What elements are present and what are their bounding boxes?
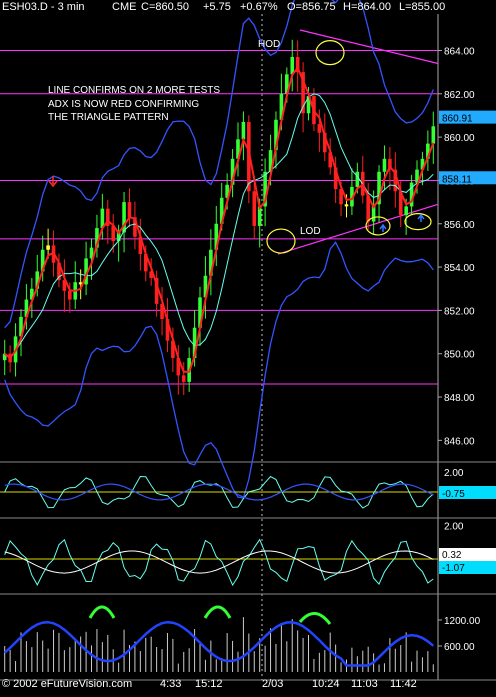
- annotation-circle: [404, 212, 432, 231]
- volume-tick-label: 1200.00: [444, 616, 481, 627]
- close-value: C=860.50: [141, 1, 190, 13]
- price-tick-label: 852.00: [444, 306, 475, 317]
- adx-rising-segment: [298, 612, 332, 625]
- price-box-label: 858.11: [442, 174, 472, 185]
- up-arrow-icon: [417, 213, 425, 222]
- exchange-label: CME: [112, 1, 137, 13]
- price-tick-label: 850.00: [444, 350, 475, 361]
- time-label-4: 10:24: [312, 678, 340, 690]
- adx-rising-segment: [88, 605, 116, 619]
- osc2-value-label: -1.07: [442, 563, 465, 574]
- price-bar-body: [181, 375, 186, 382]
- copyright-label: © 2002 eFutureVision.com: [2, 678, 133, 690]
- price-bar-body: [404, 206, 408, 216]
- osc2-tick-label: 2.00: [444, 521, 464, 532]
- price-tick-label: 854.00: [444, 263, 475, 274]
- osc1-tick-label: 2.00: [444, 468, 464, 479]
- osc2-value-label: 0.32: [442, 550, 462, 561]
- change-value: +5.75: [203, 1, 231, 13]
- low-value: L=855.00: [399, 1, 446, 13]
- bollinger-upper: [4, 0, 434, 329]
- price-box-label: 860.91: [442, 114, 473, 125]
- price-bar-body: [344, 204, 349, 207]
- lod-label: LOD: [300, 226, 321, 237]
- bollinger-lower: [4, 241, 434, 499]
- time-label-6: 11:42: [390, 678, 417, 690]
- price-tick-label: 846.00: [444, 436, 475, 447]
- high-value: H=864.00: [343, 1, 392, 13]
- price-bar-body: [46, 245, 50, 250]
- price-bar-body: [68, 290, 72, 300]
- time-label-5: 11:03: [351, 678, 378, 690]
- price-bar-body: [241, 121, 246, 140]
- change-pct-value: +0.67%: [240, 1, 278, 13]
- annotation-circle: [315, 40, 345, 66]
- annotation-line-3: THE TRIANGLE PATTERN: [48, 112, 169, 123]
- hod-label: HOD: [258, 39, 281, 50]
- price-bar-body: [252, 191, 257, 226]
- price-bar-body: [431, 126, 436, 144]
- annotation-circle: [266, 228, 296, 254]
- price-tick-label: 864.00: [444, 46, 475, 57]
- chart-window: 864.00862.00860.00858.00856.00854.00852.…: [0, 0, 496, 692]
- adx-rising-segment: [203, 605, 232, 619]
- price-tick-label: 862.00: [444, 90, 475, 101]
- up-arrow-icon: [379, 223, 387, 232]
- price-bar-body: [382, 158, 387, 172]
- price-tick-label: 860.00: [444, 133, 475, 144]
- price-tick-label: 848.00: [444, 393, 475, 404]
- osc1-value-label: -0.75: [442, 489, 465, 500]
- upper-trendline: [299, 29, 439, 65]
- time-label-1: 4:33: [160, 678, 182, 690]
- annotation-line-1: LINE CONFIRMS ON 2 MORE TESTS: [48, 85, 221, 96]
- open-value: O=856.75: [287, 1, 336, 13]
- symbol-label: ESH03.D - 3 min: [2, 1, 85, 13]
- price-tick-label: 856.00: [444, 220, 475, 231]
- time-label-3: 2/03: [262, 678, 284, 690]
- annotation-line-2: ADX IS NOW RED CONFIRMING: [48, 99, 200, 110]
- time-label-2: 15:12: [195, 678, 223, 690]
- volume-tick-label: 600.00: [444, 642, 475, 653]
- price-bar-body: [355, 171, 360, 187]
- price-bar-body: [127, 202, 132, 218]
- adx-line: [3, 620, 435, 667]
